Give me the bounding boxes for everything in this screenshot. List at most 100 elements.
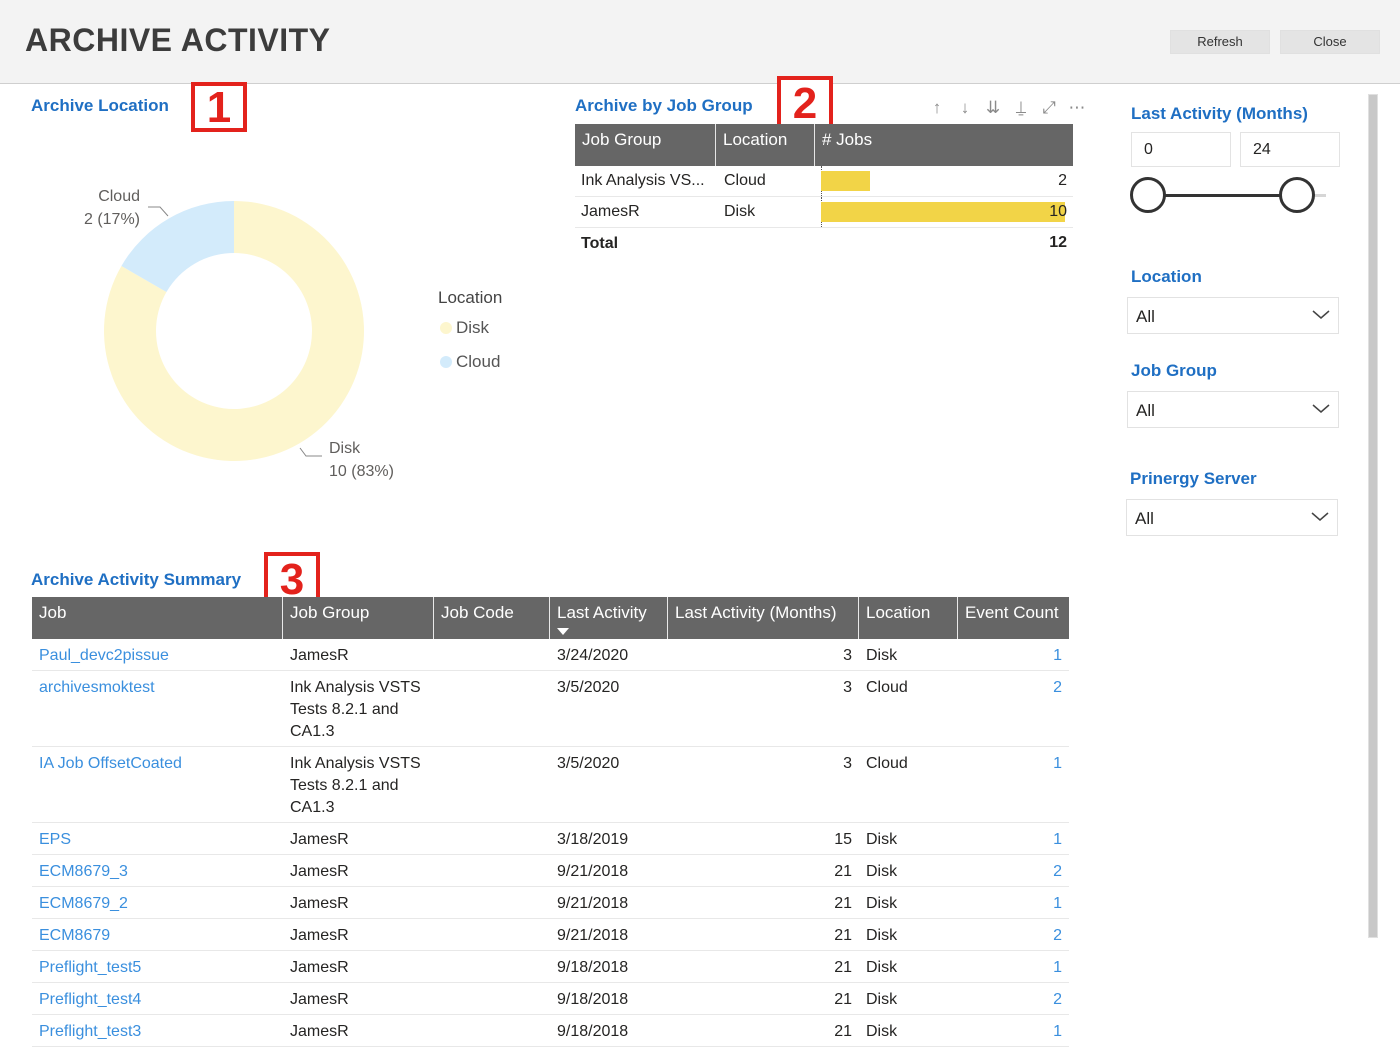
- cell-job[interactable]: IA Job OffsetCoated: [32, 753, 283, 819]
- focus-mode-icon[interactable]: ⤢: [1040, 98, 1058, 118]
- jobs-bar: [821, 202, 1065, 222]
- cell-job[interactable]: ECM8679_2: [32, 893, 283, 915]
- cell-job[interactable]: archivesmoktest: [32, 677, 283, 743]
- cell-job-code: [434, 989, 550, 1011]
- cell-last-activity: 9/21/2018: [557, 863, 629, 880]
- cell-location: Disk: [866, 1023, 898, 1040]
- cell-job-group: JamesR: [283, 1021, 434, 1043]
- cell-event-count[interactable]: 1: [958, 829, 1069, 851]
- cell-job-group: JamesR: [283, 893, 434, 915]
- cell-job-group-line: Tests 8.2.1 and: [290, 777, 399, 794]
- cell-last-activity-months: 21: [834, 927, 852, 944]
- cell-event-count[interactable]: 1: [958, 893, 1069, 915]
- table-row[interactable]: Ink Analysis VS... Cloud 2: [575, 166, 1073, 197]
- col-header-job-group[interactable]: Job Group: [575, 124, 716, 166]
- cell-last-activity: 9/18/2018: [557, 1023, 629, 1040]
- cell-last-activity-months: 21: [834, 863, 852, 880]
- col-header-last-activity[interactable]: Last Activity: [550, 597, 668, 639]
- last-activity-max-input[interactable]: 24: [1240, 132, 1340, 167]
- col-header-job-group[interactable]: Job Group: [283, 597, 434, 639]
- total-label: Total: [581, 235, 619, 252]
- cell-job[interactable]: Preflight_test5: [32, 957, 283, 979]
- expand-all-down-icon[interactable]: ⇊: [984, 98, 1002, 118]
- donut-label-cloud-name: Cloud: [98, 188, 140, 205]
- col-header-job-code[interactable]: Job Code: [434, 597, 550, 639]
- chevron-down-icon: [1312, 404, 1330, 413]
- cell-job-code: [434, 645, 550, 667]
- cell-last-activity-months: 21: [834, 991, 852, 1008]
- cell-job-group: JamesR: [283, 989, 434, 1011]
- cell-job[interactable]: ECM8679: [32, 925, 283, 947]
- cell-event-count[interactable]: 1: [958, 753, 1069, 819]
- table-row[interactable]: Preflight_test4 JamesR 9/18/2018 21 Disk 2: [32, 983, 1069, 1015]
- server-dropdown[interactable]: All: [1126, 499, 1338, 536]
- page-scrollbar[interactable]: [1368, 94, 1378, 938]
- cell-last-activity-months: 21: [834, 959, 852, 976]
- slider-track[interactable]: [1148, 194, 1298, 197]
- cell-jobs: 10: [815, 197, 1073, 227]
- table-total-row: Total 12: [575, 228, 1073, 260]
- donut-label-disk: Disk 10 (83%): [329, 437, 394, 483]
- summary-table: Job Job Group Job Code Last Activity Las…: [32, 597, 1069, 1047]
- table-row[interactable]: Preflight_test3 JamesR 9/18/2018 21 Disk 1: [32, 1015, 1069, 1047]
- last-activity-min-input[interactable]: 0: [1131, 132, 1231, 167]
- location-dropdown[interactable]: All: [1127, 297, 1339, 334]
- cell-job-group: JamesR: [283, 861, 434, 883]
- hierarchy-icon[interactable]: ⍊: [1012, 98, 1030, 118]
- location-filter-label: Location: [1131, 267, 1202, 286]
- col-header-location[interactable]: Location: [716, 124, 815, 166]
- legend-item-cloud[interactable]: Cloud: [440, 352, 500, 372]
- legend-item-disk[interactable]: Disk: [440, 318, 489, 338]
- cell-event-count[interactable]: 2: [958, 925, 1069, 947]
- job-group-dropdown[interactable]: All: [1127, 391, 1339, 428]
- drill-down-icon[interactable]: ↓: [956, 98, 974, 118]
- drill-up-icon[interactable]: ↑: [928, 98, 946, 118]
- cell-job-code: [434, 1021, 550, 1043]
- cell-event-count[interactable]: 2: [958, 861, 1069, 883]
- slider-min-handle[interactable]: [1130, 177, 1166, 213]
- table-row[interactable]: ECM8679_2 JamesR 9/21/2018 21 Disk 1: [32, 887, 1069, 919]
- cell-last-activity-months: 3: [843, 647, 852, 664]
- table-row[interactable]: IA Job OffsetCoated Ink Analysis VSTS Test…: [32, 747, 1069, 823]
- cell-job-group-line: JamesR: [290, 1023, 349, 1040]
- cell-job[interactable]: ECM8679_3: [32, 861, 283, 883]
- col-header-event-count[interactable]: Event Count: [958, 597, 1069, 639]
- cell-job-group-line: CA1.3: [290, 799, 335, 816]
- cell-event-count[interactable]: 2: [958, 677, 1069, 743]
- col-header-jobs[interactable]: # Jobs: [815, 124, 1073, 166]
- cell-event-count[interactable]: 2: [958, 989, 1069, 1011]
- cell-location: Disk: [866, 863, 898, 880]
- col-header-last-activity-months[interactable]: Last Activity (Months): [668, 597, 859, 639]
- table-row[interactable]: JamesR Disk 10: [575, 197, 1073, 228]
- chevron-down-icon: [1311, 512, 1329, 521]
- legend-label-cloud: Cloud: [456, 352, 501, 371]
- table-row[interactable]: ECM8679 JamesR 9/21/2018 21 Disk 2: [32, 919, 1069, 951]
- cell-job[interactable]: Paul_devc2pissue: [32, 645, 283, 667]
- table-row[interactable]: Paul_devc2pissue JamesR 3/24/2020 3 Disk 1: [32, 639, 1069, 671]
- summary-table-body: Paul_devc2pissue JamesR 3/24/2020 3 Disk 1 arc…: [32, 639, 1069, 1047]
- cell-event-count[interactable]: 1: [958, 645, 1069, 667]
- table-row[interactable]: Preflight_test5 JamesR 9/18/2018 21 Disk 1: [32, 951, 1069, 983]
- more-options-icon[interactable]: ⋯: [1068, 98, 1086, 118]
- cell-event-count[interactable]: 1: [958, 957, 1069, 979]
- slider-max-handle[interactable]: [1279, 177, 1315, 213]
- cell-last-activity: 9/21/2018: [557, 927, 629, 944]
- cell-event-count[interactable]: 1: [958, 1021, 1069, 1043]
- report-page: ARCHIVE ACTIVITY Refresh Close Archive L…: [0, 0, 1400, 1050]
- table-row[interactable]: archivesmoktest Ink Analysis VSTS Tests 8.…: [32, 671, 1069, 747]
- table-row[interactable]: EPS JamesR 3/18/2019 15 Disk 1: [32, 823, 1069, 855]
- cell-job-group: JamesR: [581, 203, 640, 220]
- table-row[interactable]: ECM8679_3 JamesR 9/21/2018 21 Disk 2: [32, 855, 1069, 887]
- cell-job[interactable]: EPS: [32, 829, 283, 851]
- cell-location: Cloud: [866, 679, 908, 696]
- cell-job-code: [434, 861, 550, 883]
- cell-job-group: JamesR: [283, 957, 434, 979]
- chevron-down-icon: [1312, 310, 1330, 319]
- cell-job[interactable]: Preflight_test3: [32, 1021, 283, 1043]
- cell-job[interactable]: Preflight_test4: [32, 989, 283, 1011]
- col-header-location[interactable]: Location: [859, 597, 958, 639]
- scrollbar-thumb[interactable]: [1369, 95, 1377, 937]
- col-header-job[interactable]: Job: [32, 597, 283, 639]
- cell-job-group: Ink Analysis VSTS Tests 8.2.1 and CA1.3: [283, 753, 434, 819]
- cell-job-group-line: JamesR: [290, 863, 349, 880]
